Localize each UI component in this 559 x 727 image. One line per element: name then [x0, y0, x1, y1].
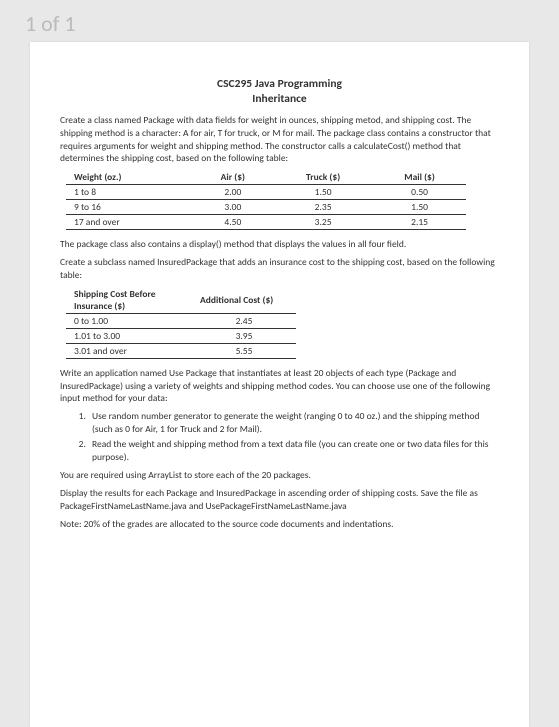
paragraph-note: Note: 20% of the grades are allocated to…	[60, 518, 499, 531]
insurance-cost-table: Shipping Cost Before Insurance ($) Addit…	[66, 287, 296, 359]
table-row: 1.01 to 3.00 3.95	[66, 328, 296, 343]
table-header: Truck ($)	[273, 170, 373, 185]
document-page: CSC295 Java Programming Inheritance Crea…	[30, 42, 529, 727]
table-header: Additional Cost ($)	[192, 287, 296, 314]
table-row: 3.01 and over 5.55	[66, 343, 296, 358]
table-header: Weight (oz.)	[66, 170, 193, 185]
table-row: 17 and over 4.50 3.25 2.15	[66, 215, 466, 230]
paragraph-display: The package class also contains a displa…	[60, 238, 499, 251]
table-row: 9 to 16 3.00 2.35 1.50	[66, 200, 466, 215]
page-indicator: 1 of 1	[0, 0, 559, 42]
table-row: 1 to 8 2.00 1.50 0.50	[66, 185, 466, 200]
doc-subtitle: Inheritance	[60, 92, 499, 106]
table-row: 0 to 1.00 2.45	[66, 313, 296, 328]
doc-title: CSC295 Java Programming	[60, 77, 499, 91]
table-header: Air ($)	[193, 170, 274, 185]
paragraph-arraylist: You are required using ArrayList to stor…	[60, 469, 499, 482]
paragraph-app: Write an application named Use Package t…	[60, 367, 499, 405]
table-header: Shipping Cost Before Insurance ($)	[66, 287, 192, 314]
list-item: Read the weight and shipping method from…	[88, 438, 499, 464]
paragraph-display-results: Display the results for each Package and…	[60, 487, 499, 513]
paragraph-intro: Create a class named Package with data f…	[60, 114, 499, 165]
list-item: Use random number generator to generate …	[88, 410, 499, 436]
shipping-cost-table: Weight (oz.) Air ($) Truck ($) Mail ($) …	[66, 170, 466, 230]
paragraph-subclass: Create a subclass named InsuredPackage t…	[60, 256, 499, 282]
table-header: Mail ($)	[373, 170, 466, 185]
input-method-list: Use random number generator to generate …	[73, 410, 499, 463]
